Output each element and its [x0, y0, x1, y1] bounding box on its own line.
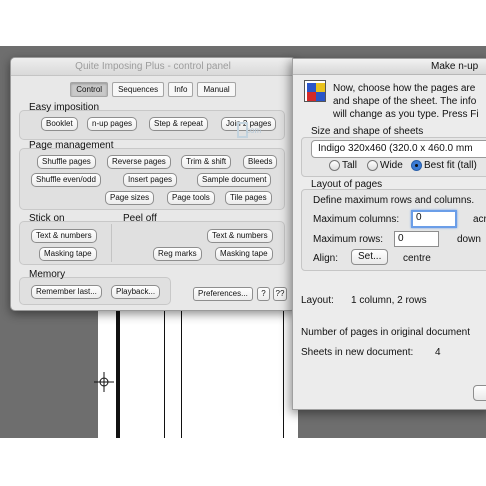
rows-suffix: down: [457, 234, 481, 245]
size-shape-label: Size and shape of sheets: [311, 126, 424, 137]
document-page: [98, 300, 298, 438]
tab-control[interactable]: Control: [70, 82, 109, 97]
palette-title: Quite Imposing Plus - control panel: [11, 58, 295, 76]
columns-suffix: acr: [473, 214, 486, 225]
tab-manual[interactable]: Manual: [197, 82, 236, 97]
quite-imposing-app-icon: [304, 80, 326, 102]
layout-result-label: Layout:: [301, 295, 334, 306]
best-fit-label: Best fit (tall): [424, 160, 477, 171]
sheets-value: 4: [435, 347, 441, 358]
wide-label: Wide: [380, 160, 403, 171]
stick-text-numbers-button[interactable]: Text & numbers: [31, 229, 97, 243]
intro-line-3: will change as you type. Press Fi: [333, 109, 479, 120]
stick-on-label: Stick on: [29, 213, 65, 224]
help-button[interactable]: ?: [257, 287, 270, 301]
page-management-label: Page management: [29, 140, 114, 151]
sheet-size-select[interactable]: Indigo 320x460 (320.0 x 460.0 mm: [311, 140, 486, 158]
set-align-button[interactable]: Set...: [351, 249, 389, 265]
reverse-pages-button[interactable]: Reverse pages: [107, 155, 171, 169]
remember-last-button[interactable]: Remember last...: [31, 285, 102, 299]
layout-description: Define maximum rows and columns.: [313, 195, 475, 206]
easy-imposition-label: Easy imposition: [29, 102, 100, 113]
sheets-label: Sheets in new document:: [301, 347, 414, 358]
peel-masking-tape-button[interactable]: Masking tape: [215, 247, 273, 261]
n-up-pages-button[interactable]: n-up pages: [87, 117, 138, 131]
reg-marks-button[interactable]: Reg marks: [153, 247, 202, 261]
make-n-up-dialog: Make n-up Now, choose how the pages are …: [292, 58, 486, 410]
playback-button[interactable]: Playback...: [111, 285, 161, 299]
max-rows-label: Maximum rows:: [313, 234, 384, 245]
crop-line: [116, 300, 120, 438]
intro-line-2: and shape of the sheet. The info: [333, 96, 477, 107]
best-fit-radio[interactable]: [411, 160, 422, 171]
align-value: centre: [403, 253, 431, 264]
crop-line: [181, 300, 182, 438]
crop-line: [164, 300, 165, 438]
step-repeat-button[interactable]: Step & repeat: [149, 117, 208, 131]
bleeds-button[interactable]: Bleeds: [243, 155, 278, 169]
control-panel-window: Quite Imposing Plus - control panel Cont…: [10, 57, 296, 311]
peel-text-numbers-button[interactable]: Text & numbers: [207, 229, 273, 243]
group-divider: [111, 224, 112, 262]
tab-info[interactable]: Info: [168, 82, 194, 97]
tile-pages-button[interactable]: Tile pages: [225, 191, 272, 205]
dialog-button[interactable]: [473, 385, 486, 401]
trim-shift-button[interactable]: Trim & shift: [181, 155, 232, 169]
wide-radio[interactable]: [367, 160, 378, 171]
sample-document-button[interactable]: Sample document: [197, 173, 272, 187]
shuffle-pages-button[interactable]: Shuffle pages: [37, 155, 96, 169]
booklet-button[interactable]: Booklet: [41, 117, 78, 131]
stick-masking-tape-button[interactable]: Masking tape: [39, 247, 97, 261]
registration-mark-icon: [94, 372, 114, 392]
dialog-title: Make n-up: [293, 59, 486, 75]
crop-line: [283, 300, 284, 438]
page-tools-button[interactable]: Page tools: [167, 191, 215, 205]
palette-tabs: Control Sequences Info Manual: [11, 82, 295, 97]
align-label: Align:: [313, 253, 339, 264]
intro-line-1: Now, choose how the pages are: [333, 83, 476, 94]
peel-off-label: Peel off: [123, 213, 157, 224]
preferences-button[interactable]: Preferences...: [193, 287, 253, 301]
help-all-button[interactable]: ??: [273, 287, 287, 301]
insert-pages-button[interactable]: Insert pages: [123, 173, 178, 187]
tall-radio[interactable]: [329, 160, 340, 171]
shuffle-even-odd-button[interactable]: Shuffle even/odd: [31, 173, 101, 187]
page-sizes-button[interactable]: Page sizes: [105, 191, 155, 205]
layout-result-value: 1 column, 2 rows: [351, 295, 427, 306]
tall-label: Tall: [342, 160, 358, 171]
tab-sequences[interactable]: Sequences: [112, 82, 165, 97]
max-columns-label: Maximum columns:: [313, 214, 400, 225]
max-columns-input[interactable]: 0: [411, 210, 457, 228]
max-rows-input[interactable]: 0: [394, 231, 439, 247]
original-pages-label: Number of pages in original document: [301, 327, 470, 338]
watermark-text: com: [246, 126, 262, 135]
memory-label: Memory: [29, 269, 66, 280]
